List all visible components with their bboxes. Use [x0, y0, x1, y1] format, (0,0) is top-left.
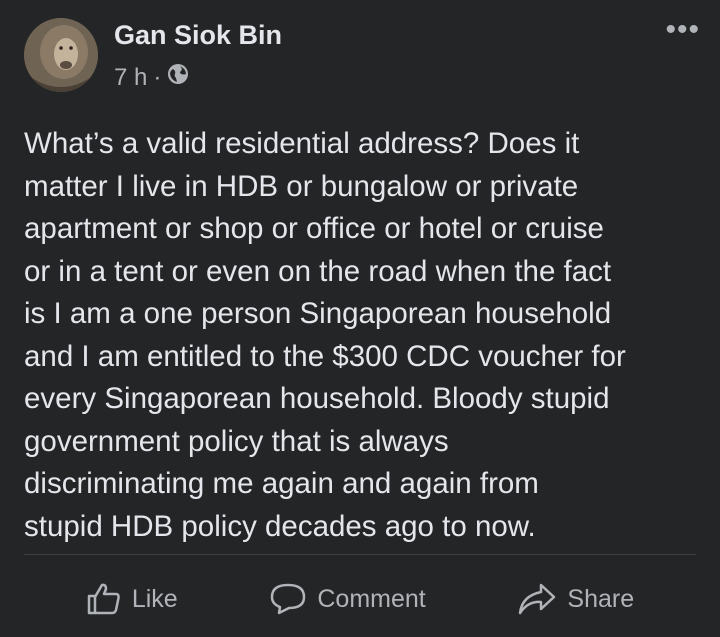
thumbs-up-icon [87, 583, 120, 615]
comment-button[interactable]: Comment [269, 582, 426, 616]
meta-separator: · [153, 63, 162, 91]
share-label: Share [567, 584, 635, 613]
post-time[interactable]: 7 h [114, 64, 147, 92]
like-button[interactable]: Like [86, 582, 178, 616]
speech-bubble-icon [271, 583, 306, 615]
divider [24, 554, 696, 555]
more-options-icon[interactable]: ••• [665, 15, 700, 45]
action-bar: Like Comment Share [0, 575, 720, 623]
author-name[interactable]: Gan Siok Bin [114, 20, 282, 51]
post-text: What’s a valid residential address? Does… [24, 127, 626, 543]
post-meta: 7 h · [114, 63, 189, 92]
globe-icon [167, 63, 189, 92]
lion-avatar-image [24, 18, 98, 92]
share-button[interactable]: Share [517, 582, 634, 616]
avatar[interactable] [24, 18, 98, 92]
share-arrow-icon [519, 583, 556, 615]
comment-label: Comment [317, 584, 426, 613]
like-label: Like [131, 584, 178, 613]
